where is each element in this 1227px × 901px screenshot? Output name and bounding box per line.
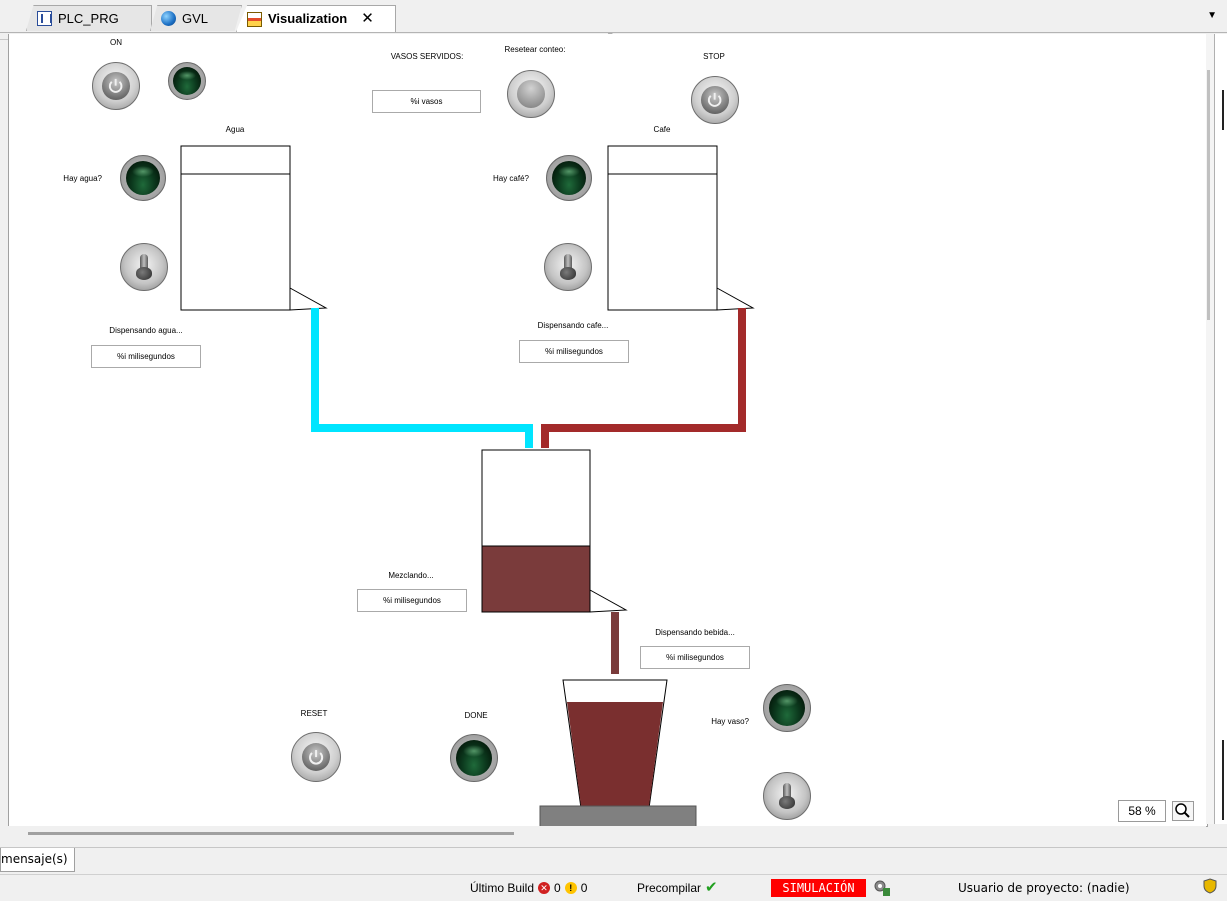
mixer-tank-spout [589, 589, 628, 613]
power-icon [109, 79, 123, 94]
precompile-label: Precompilar [637, 881, 702, 895]
hay-vaso-lamp [763, 684, 811, 732]
on-button[interactable] [92, 62, 140, 110]
messages-tab[interactable]: mensaje(s) [0, 848, 75, 872]
warning-count: 0 [580, 881, 588, 895]
hay-agua-lamp [120, 155, 166, 201]
power-icon [708, 93, 722, 108]
right-side-pane [1214, 34, 1227, 824]
right-pane-marker [1222, 90, 1224, 130]
vertical-scrollbar-thumb[interactable] [1207, 70, 1210, 320]
close-tab-icon[interactable]: ✕ [361, 7, 374, 31]
precompile-status[interactable]: Precompilar ✔ [637, 879, 718, 896]
gear-online-icon[interactable] [873, 879, 891, 897]
reset-count-button[interactable] [507, 70, 555, 118]
error-count: 0 [554, 881, 561, 895]
plc-prg-icon [37, 11, 52, 26]
water-valve-switch[interactable] [120, 243, 168, 291]
dispensando-bebida-label: Dispensando bebida... [655, 628, 735, 637]
water-tank [180, 145, 291, 311]
vasos-counter-field: %i vasos [372, 90, 481, 113]
tab-visualization[interactable]: Visualization ✕ [236, 5, 396, 32]
cup-platform [539, 805, 697, 826]
cup-fill [567, 702, 663, 806]
dispensando-agua-field: %i milisegundos [91, 345, 201, 368]
project-user: Usuario de proyecto: (nadie) [958, 881, 1130, 895]
coffee-tank-spout [716, 287, 755, 311]
dispensando-agua-label: Dispensando agua... [109, 326, 183, 335]
reset-label: RESET [300, 709, 328, 718]
water-pipe [311, 308, 533, 448]
warning-icon: ! [564, 882, 577, 894]
coffee-tank [607, 145, 718, 311]
visualization-icon [247, 11, 262, 27]
zoom-level[interactable]: 58 % [1118, 800, 1166, 822]
water-tank-spout [289, 287, 328, 311]
coffee-valve-switch[interactable] [544, 243, 592, 291]
last-build-label: Último Build [470, 881, 535, 895]
shield-icon[interactable] [1203, 878, 1217, 894]
message-tab-bar [0, 847, 1227, 874]
dispensando-cafe-label: Dispensando cafe... [537, 321, 609, 330]
done-lamp [450, 734, 498, 782]
tab-list-dropdown-icon[interactable]: ▼ [1207, 10, 1217, 21]
mezclando-field: %i milisegundos [357, 589, 467, 612]
tab-label: PLC_PRG [58, 10, 119, 26]
stop-label: STOP [703, 52, 725, 61]
last-build-status: Último Build ✕ 0 ! 0 [470, 881, 587, 895]
reset-button[interactable] [291, 732, 341, 782]
tab-label: GVL [182, 10, 209, 26]
on-status-lamp [168, 62, 206, 100]
mezclando-label: Mezclando... [388, 571, 434, 580]
simulation-indicator[interactable]: SIMULACIÓN [771, 879, 866, 897]
stop-button[interactable] [691, 76, 739, 124]
vasos-servidos-label: VASOS SERVIDOS: [390, 52, 464, 61]
gvl-globe-icon [161, 11, 176, 26]
tab-plc-prg[interactable]: PLC_PRG [26, 5, 152, 31]
visualization-canvas: ON VASOS SERVIDOS: %i vasos Resetear con… [8, 34, 1208, 827]
drink-pipe [611, 612, 619, 674]
checkmark-icon: ✔ [705, 879, 718, 896]
hay-agua-label: Hay agua? [63, 174, 102, 183]
tab-label: Visualization [268, 11, 348, 26]
on-label: ON [110, 38, 122, 47]
horizontal-scrollbar-thumb[interactable] [28, 832, 514, 835]
dispensando-cafe-field: %i milisegundos [519, 340, 629, 363]
tab-gvl[interactable]: GVL [150, 5, 242, 31]
right-pane-marker [1222, 740, 1224, 820]
done-label: DONE [464, 711, 488, 720]
dispensando-bebida-field: %i milisegundos [640, 646, 750, 669]
mixer-tank-fill [481, 545, 591, 613]
cup-switch[interactable] [763, 772, 811, 820]
hay-cafe-lamp [546, 155, 592, 201]
process-diagram [180, 145, 755, 826]
hay-vaso-label: Hay vaso? [711, 717, 749, 726]
power-icon [308, 749, 323, 765]
cafe-label: Cafe [653, 125, 671, 134]
status-bar: Último Build ✕ 0 ! 0 Precompilar ✔ Usuar… [0, 874, 1227, 901]
error-icon: ✕ [538, 882, 551, 894]
zoom-magnifier-icon[interactable] [1172, 801, 1194, 821]
hay-cafe-label: Hay café? [492, 174, 529, 183]
reset-count-label: Resetear conteo: [504, 45, 566, 54]
agua-label: Agua [225, 125, 245, 134]
